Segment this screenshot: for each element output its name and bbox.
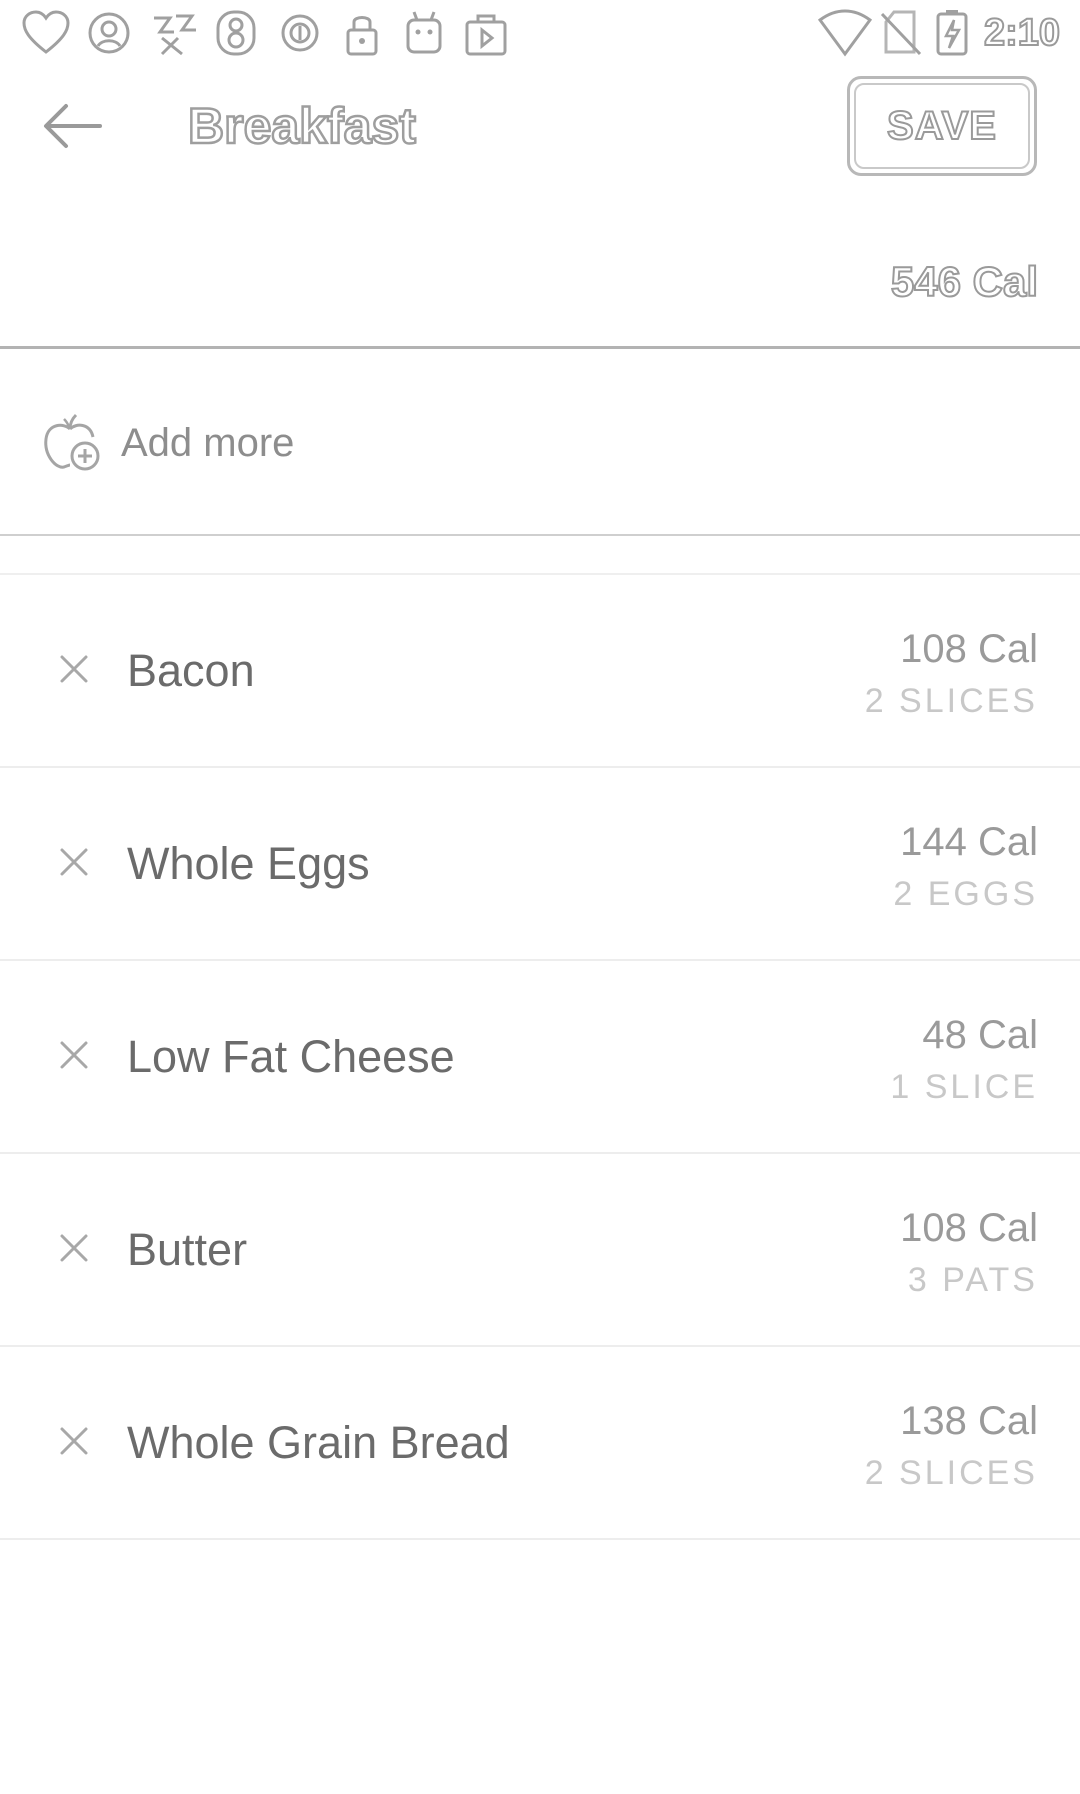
food-name: Bacon: [127, 645, 255, 696]
apple-add-icon: [44, 413, 100, 471]
page-title: Breakfast: [187, 97, 417, 156]
food-quantity: 3 PATS: [907, 1261, 1038, 1299]
no-sim-icon: [880, 10, 922, 56]
food-calories: 108 Cal: [900, 627, 1038, 671]
close-icon: [60, 655, 88, 683]
food-list: Bacon 108 Cal 2 SLICES Whole Eggs 144 Ca…: [0, 575, 1080, 1540]
food-calories: 108 Cal: [900, 1206, 1038, 1250]
eight-icon: [216, 10, 256, 56]
remove-button[interactable]: [46, 1027, 102, 1083]
close-icon: [60, 1427, 88, 1455]
lock-icon: [346, 16, 378, 56]
list-item[interactable]: Butter 108 Cal 3 PATS: [0, 1154, 1080, 1347]
save-button[interactable]: SAVE: [847, 76, 1037, 176]
food-quantity: 2 SLICES: [864, 682, 1038, 720]
food-quantity: 2 EGGS: [893, 875, 1038, 913]
close-icon: [60, 1234, 88, 1262]
wifi-icon: [818, 9, 872, 57]
remove-button[interactable]: [46, 834, 102, 890]
arrow-left-icon: [44, 104, 102, 148]
add-more-label: Add more: [121, 421, 295, 465]
remove-button[interactable]: [46, 641, 102, 697]
android-icon: [406, 11, 442, 54]
remove-button[interactable]: [46, 1413, 102, 1469]
bag-icon: [465, 14, 507, 56]
total-calories: 546 Cal: [890, 257, 1039, 306]
close-icon: [60, 848, 88, 876]
circle-icon: [281, 14, 319, 52]
add-more-button[interactable]: Add more: [0, 349, 1080, 534]
food-name: Whole Eggs: [127, 838, 370, 889]
list-item[interactable]: Low Fat Cheese 48 Cal 1 SLICE: [0, 961, 1080, 1154]
heart-icon: [22, 10, 70, 54]
food-quantity: 2 SLICES: [864, 1454, 1038, 1492]
food-name: Butter: [127, 1224, 248, 1275]
back-button[interactable]: [36, 96, 108, 156]
list-item[interactable]: Whole Eggs 144 Cal 2 EGGS: [0, 768, 1080, 961]
status-time: 2:10: [983, 11, 1061, 55]
battery-charging-icon: [936, 10, 968, 56]
food-quantity: 1 SLICE: [890, 1068, 1038, 1106]
food-name: Low Fat Cheese: [127, 1031, 455, 1082]
face-icon: [88, 12, 130, 54]
food-calories: 144 Cal: [900, 820, 1038, 864]
save-button-label: SAVE: [886, 103, 997, 149]
remove-button[interactable]: [46, 1220, 102, 1276]
sticker-icon: [154, 14, 196, 56]
list-item[interactable]: Whole Grain Bread 138 Cal 2 SLICES: [0, 1347, 1080, 1540]
list-item[interactable]: Bacon 108 Cal 2 SLICES: [0, 575, 1080, 768]
close-icon: [60, 1041, 88, 1069]
food-calories: 138 Cal: [900, 1399, 1038, 1443]
food-calories: 48 Cal: [922, 1013, 1038, 1057]
status-bar: 2:10: [0, 0, 1080, 66]
food-name: Whole Grain Bread: [127, 1417, 510, 1468]
divider: [0, 534, 1080, 536]
